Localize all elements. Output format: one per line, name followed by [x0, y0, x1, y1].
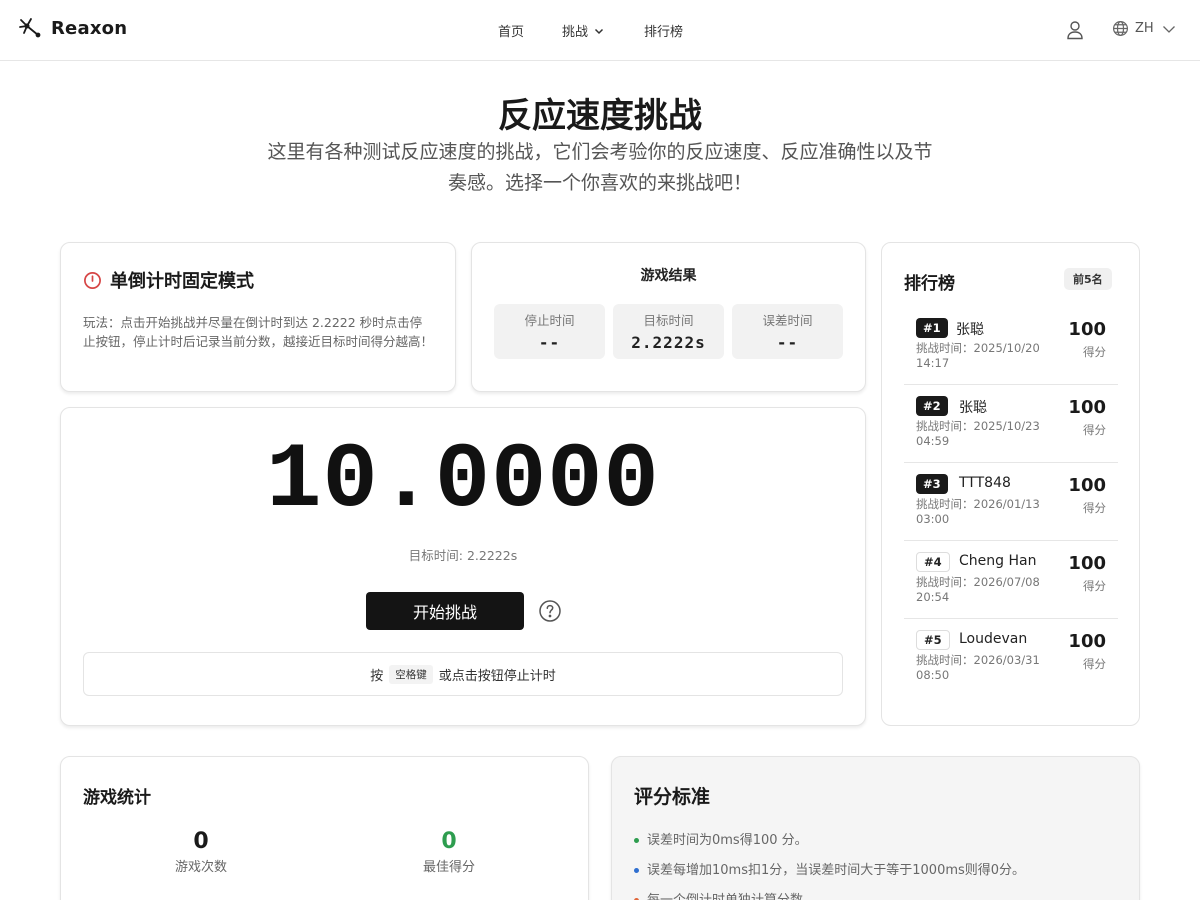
start-challenge-button[interactable]: 开始挑战 [366, 592, 524, 630]
reaxon-logo-icon [19, 18, 41, 38]
nav-leaderboard[interactable]: 排行榜 [644, 21, 683, 40]
target-time-text: 目标时间: 2.2222s [408, 548, 518, 563]
stop-time-box: 停止时间 -- [494, 304, 605, 359]
nav-challenge[interactable]: 挑战 [562, 21, 605, 40]
challenge-time: 挑战时间：2025/10/23 04:59 [916, 419, 1040, 448]
best-score-stat: 0 最佳得分 [349, 829, 549, 875]
top5-badge: 前5名 [1064, 268, 1112, 290]
scoring-rules-card: 评分标准 误差时间为0ms得100 分。 误差每增加10ms扣1分，当误差时间大… [611, 756, 1140, 900]
rule-text: 误差时间为0ms得100 分。 [647, 833, 808, 848]
game-stats-card: 游戏统计 0 游戏次数 0 最佳得分 [60, 756, 589, 900]
top-navbar: Reaxon 首页 挑战 排行榜 ZH [0, 0, 1200, 61]
challenge-time: 挑战时间：2025/10/20 14:17 [916, 341, 1040, 370]
challenge-time: 挑战时间：2026/01/13 03:00 [916, 497, 1040, 526]
chevron-down-icon [594, 28, 604, 34]
rank-badge: #5 [916, 630, 950, 650]
page-subtitle: 这里有各种测试反应速度的挑战，它们会考验你的反应速度、反应准确性以及节奏感。选择… [267, 141, 933, 194]
target-time-box: 目标时间 2.2222s [613, 304, 724, 359]
mode-title: 单倒计时固定模式 [83, 267, 254, 293]
language-selector[interactable]: ZH [1112, 20, 1176, 37]
player-score: 100 [1068, 631, 1106, 652]
nav-home[interactable]: 首页 [498, 21, 524, 40]
player-name: TTT848 [959, 475, 1011, 491]
brand-logo[interactable]: Reaxon [18, 16, 127, 40]
brand-name: Reaxon [51, 17, 128, 39]
rule-item: 误差时间为0ms得100 分。 [634, 829, 808, 848]
best-score-value: 0 [441, 829, 457, 854]
challenge-time: 挑战时间：2026/07/08 20:54 [916, 575, 1040, 604]
score-unit: 得分 [1083, 423, 1106, 437]
games-played-stat: 0 游戏次数 [101, 829, 301, 875]
countdown-display: 10.0000 [266, 428, 660, 533]
score-unit: 得分 [1083, 657, 1106, 671]
rank-badge: #4 [916, 552, 950, 572]
page-title: 反应速度挑战 [498, 96, 702, 136]
rule-item: 误差每增加10ms扣1分，当误差时间大于等于1000ms则得0分。 [634, 859, 1025, 878]
score-unit: 得分 [1083, 345, 1106, 359]
error-time-label: 误差时间 [762, 313, 813, 328]
leaderboard-title: 排行榜 [904, 274, 955, 294]
best-score-label: 最佳得分 [422, 860, 475, 875]
leaderboard-row[interactable]: #2 张聪 挑战时间：2025/10/23 04:59 100 得分 [904, 385, 1118, 463]
blue-bullet-icon [634, 868, 639, 873]
language-code: ZH [1135, 21, 1154, 36]
keyboard-hint: 按 空格键 或点击按钮停止计时 [83, 652, 843, 696]
stop-time-label: 停止时间 [524, 313, 575, 328]
nav-challenge-label: 挑战 [562, 25, 589, 40]
player-score: 100 [1068, 397, 1106, 418]
hint-prefix: 按 [370, 668, 384, 684]
leaderboard-row[interactable]: #5 Loudevan 挑战时间：2026/03/31 08:50 100 得分 [904, 619, 1118, 697]
games-played-label: 游戏次数 [174, 860, 227, 875]
player-name: 张聪 [959, 400, 987, 416]
player-score: 100 [1068, 475, 1106, 496]
target-time-value: 2.2222s [631, 333, 706, 352]
mode-title-text: 单倒计时固定模式 [110, 271, 254, 292]
player-score: 100 [1068, 553, 1106, 574]
hint-suffix: 或点击按钮停止计时 [438, 668, 556, 684]
leaderboard-row[interactable]: #3 TTT848 挑战时间：2026/01/13 03:00 100 得分 [904, 463, 1118, 541]
error-time-box: 误差时间 -- [732, 304, 843, 359]
game-result-card: 游戏结果 停止时间 -- 目标时间 2.2222s 误差时间 -- [471, 242, 866, 392]
result-title: 游戏结果 [640, 268, 697, 284]
player-name: 张聪 [956, 322, 984, 338]
score-unit: 得分 [1083, 501, 1106, 515]
timer-card: 10.0000 目标时间: 2.2222s 开始挑战 按 空格键 或点击按钮停止… [60, 407, 866, 726]
rank-badge: #1 [916, 318, 948, 338]
rule-item: 每一个倒计时单独计算分数 [634, 889, 803, 900]
target-time-label: 目标时间 [643, 313, 694, 328]
mode-card: 单倒计时固定模式 玩法：点击开始挑战并尽量在倒计时到达 2.2222 秒时点击停… [60, 242, 456, 392]
error-time-value: -- [776, 333, 799, 352]
user-icon[interactable] [1066, 20, 1084, 40]
space-key-badge: 空格键 [389, 664, 433, 684]
challenge-time: 挑战时间：2026/03/31 08:50 [916, 653, 1040, 682]
player-name: Loudevan [959, 631, 1028, 647]
rules-title: 评分标准 [634, 786, 711, 808]
rule-text: 每一个倒计时单独计算分数 [647, 889, 803, 900]
timer-icon [84, 271, 101, 289]
globe-icon [1112, 20, 1129, 37]
leaderboard-card: 排行榜 前5名 #1 张聪 挑战时间：2025/10/20 14:17 100 … [881, 242, 1140, 726]
rule-text: 误差每增加10ms扣1分，当误差时间大于等于1000ms则得0分。 [647, 863, 1026, 878]
player-score: 100 [1068, 319, 1106, 340]
chevron-down-icon [1162, 25, 1175, 33]
stats-title: 游戏统计 [83, 788, 151, 808]
rank-badge: #3 [916, 474, 948, 494]
score-unit: 得分 [1083, 579, 1106, 593]
rank-badge: #2 [916, 396, 948, 416]
stop-time-value: -- [538, 333, 561, 352]
player-name: Cheng Han [959, 553, 1037, 569]
help-icon[interactable] [538, 599, 562, 623]
green-bullet-icon [634, 838, 639, 843]
leaderboard-row[interactable]: #4 Cheng Han 挑战时间：2026/07/08 20:54 100 得… [904, 541, 1118, 619]
games-played-value: 0 [193, 829, 209, 854]
leaderboard-row[interactable]: #1 张聪 挑战时间：2025/10/20 14:17 100 得分 [904, 307, 1118, 385]
mode-description: 玩法：点击开始挑战并尽量在倒计时到达 2.2222 秒时点击停止按钮，停止计时后… [83, 315, 434, 349]
